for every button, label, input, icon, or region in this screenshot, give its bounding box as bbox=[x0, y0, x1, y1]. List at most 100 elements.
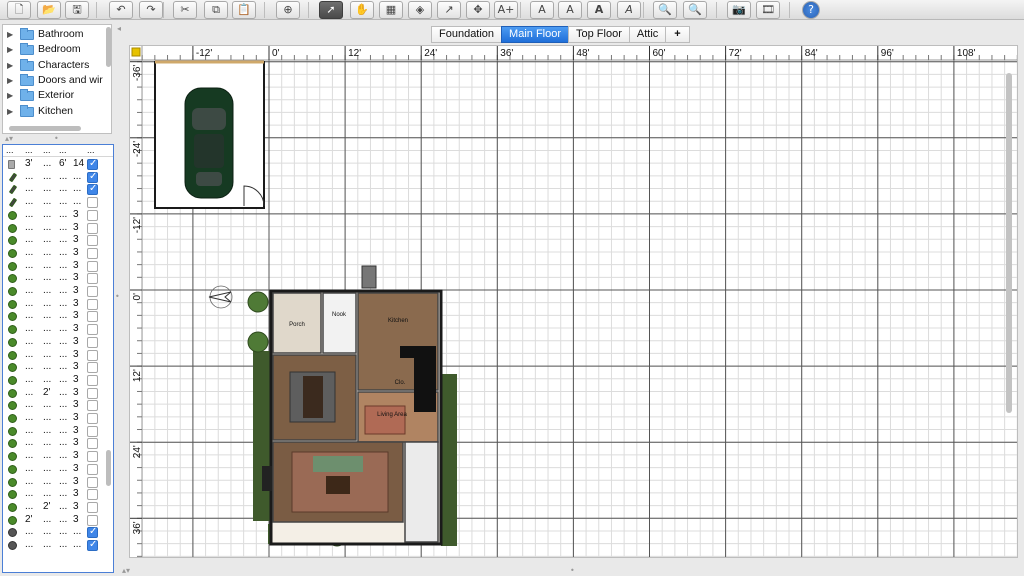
catalog-category-bedroom[interactable]: ▶ Bedroom bbox=[3, 42, 103, 57]
column-header[interactable]: ... bbox=[87, 145, 95, 155]
furniture-row[interactable]: ......... 3 bbox=[3, 272, 107, 285]
furniture-list-header[interactable]: ............... bbox=[3, 145, 113, 157]
visible-checkbox[interactable] bbox=[87, 273, 98, 285]
plan-view[interactable]: -12' 0' 12' 24' 36' 48' 60' 72' 84' 96' 108' -36' -2… bbox=[129, 45, 1018, 558]
add-level-button[interactable]: + bbox=[665, 26, 690, 43]
furniture-row[interactable]: 3'... 6' 14 bbox=[3, 158, 107, 171]
visible-checkbox[interactable] bbox=[87, 425, 98, 437]
catalog-category-exterior[interactable]: ▶ Exterior bbox=[3, 88, 103, 103]
undo-icon[interactable]: ↶ bbox=[109, 1, 133, 19]
furniture-row[interactable]: ......... 3 bbox=[3, 260, 107, 273]
furniture-row[interactable]: ............ bbox=[3, 171, 107, 184]
furniture-row[interactable]: ......... 3 bbox=[3, 399, 107, 412]
visible-checkbox[interactable] bbox=[87, 286, 98, 297]
tab-attic[interactable]: Attic bbox=[628, 26, 666, 43]
visible-checkbox[interactable] bbox=[87, 311, 98, 323]
expand-arrow-icon[interactable]: ▶ bbox=[7, 58, 13, 73]
expand-arrow-icon[interactable]: ▶ bbox=[7, 27, 13, 42]
visible-checkbox[interactable] bbox=[87, 451, 98, 463]
visible-checkbox[interactable] bbox=[87, 374, 98, 386]
decrease-text-size-icon[interactable]: A bbox=[558, 1, 582, 19]
catalog-vertical-scrollbar[interactable] bbox=[106, 27, 111, 67]
expand-arrow-icon[interactable]: ▶ bbox=[7, 42, 13, 57]
expand-arrow-icon[interactable]: ▶ bbox=[7, 104, 13, 119]
plan-splitter-handle-icon[interactable]: • bbox=[570, 566, 575, 575]
create-dimensions-icon[interactable]: ✥ bbox=[466, 1, 490, 19]
visible-checkbox[interactable] bbox=[87, 413, 98, 424]
vertical-splitter-handle-icon[interactable]: • bbox=[115, 292, 120, 301]
paste-icon[interactable]: 📋 bbox=[232, 1, 256, 19]
column-header[interactable]: ... bbox=[25, 145, 33, 155]
visible-checkbox[interactable] bbox=[87, 247, 98, 259]
furniture-row[interactable]: ......... 3 bbox=[3, 488, 107, 501]
furniture-catalog-tree[interactable]: ▶ Bathroom ▶ Bedroom ▶ Characters ▶ Doors and w… bbox=[2, 24, 112, 134]
furniture-row[interactable]: ......... 3 bbox=[3, 247, 107, 260]
plan-vertical-scrollbar[interactable] bbox=[1006, 73, 1012, 413]
tab-main-floor[interactable]: Main Floor bbox=[501, 26, 569, 43]
visible-checkbox[interactable] bbox=[87, 526, 98, 539]
bold-text-icon[interactable]: A bbox=[587, 1, 611, 19]
catalog-horizontal-scrollbar[interactable] bbox=[9, 126, 81, 131]
furniture-row[interactable]: ............ bbox=[3, 183, 107, 196]
visible-checkbox[interactable] bbox=[87, 171, 98, 183]
visible-checkbox[interactable] bbox=[87, 349, 98, 361]
visible-checkbox[interactable] bbox=[87, 336, 98, 348]
furniture-row[interactable]: ......... 3 bbox=[3, 450, 107, 463]
furniture-row[interactable]: ......... 3 bbox=[3, 298, 107, 311]
visible-checkbox[interactable] bbox=[87, 197, 98, 209]
visible-checkbox[interactable] bbox=[87, 438, 98, 450]
visible-checkbox[interactable] bbox=[87, 209, 98, 221]
furniture-row[interactable]: ......... 3 bbox=[3, 437, 107, 450]
furniture-row[interactable]: ......... 3 bbox=[3, 425, 107, 438]
redo-icon[interactable]: ↷ bbox=[139, 1, 163, 19]
expand-arrow-icon[interactable]: ▶ bbox=[7, 73, 13, 88]
left-splitter-arrow-icon[interactable]: ◂ bbox=[117, 24, 121, 33]
furniture-row[interactable]: ......... 3 bbox=[3, 361, 107, 374]
furniture-row[interactable]: ............ bbox=[3, 526, 107, 539]
furniture-list-scrollbar[interactable] bbox=[106, 450, 111, 486]
visible-checkbox[interactable] bbox=[87, 539, 98, 551]
furniture-row[interactable]: ......... 3 bbox=[3, 374, 107, 387]
furniture-list[interactable]: ............... 3'...6'14...............… bbox=[2, 144, 114, 573]
zoom-out-icon[interactable]: 🔍 bbox=[683, 1, 707, 19]
create-walls-icon[interactable]: ▦ bbox=[379, 1, 403, 19]
furniture-row[interactable]: ......... 3 bbox=[3, 323, 107, 336]
furniture-row[interactable]: ......... 3 bbox=[3, 285, 107, 298]
furniture-row[interactable]: ......... 3 bbox=[3, 412, 107, 425]
visible-checkbox[interactable] bbox=[87, 463, 98, 475]
splitter-arrows-icon[interactable]: ▴▾ bbox=[5, 134, 13, 143]
visible-checkbox[interactable] bbox=[87, 158, 98, 170]
column-header[interactable]: ... bbox=[6, 145, 14, 155]
furniture-row[interactable]: ............ bbox=[3, 196, 107, 209]
create-rooms-icon[interactable]: ◈ bbox=[408, 1, 432, 19]
tab-foundation[interactable]: Foundation bbox=[431, 26, 502, 43]
select-mode-icon[interactable]: ➚ bbox=[319, 1, 343, 19]
increase-text-size-icon[interactable]: A bbox=[530, 1, 554, 19]
visible-checkbox[interactable] bbox=[87, 222, 98, 234]
visible-checkbox[interactable] bbox=[87, 476, 98, 488]
visible-checkbox[interactable] bbox=[87, 400, 98, 412]
add-furniture-icon[interactable]: ⊕ bbox=[276, 1, 300, 19]
furniture-row[interactable]: ......... 3 bbox=[3, 234, 107, 247]
visible-checkbox[interactable] bbox=[87, 514, 98, 526]
catalog-category-doors[interactable]: ▶ Doors and wir bbox=[3, 73, 103, 88]
catalog-category-characters[interactable]: ▶ Characters bbox=[3, 58, 103, 73]
visible-checkbox[interactable] bbox=[87, 324, 98, 336]
furniture-row[interactable]: ... 2'... 3 bbox=[3, 387, 107, 400]
tab-top-floor[interactable]: Top Floor bbox=[568, 26, 629, 43]
visible-checkbox[interactable] bbox=[87, 501, 98, 513]
furniture-row[interactable]: ............ bbox=[3, 539, 107, 552]
furniture-row[interactable]: ......... 3 bbox=[3, 222, 107, 235]
catalog-category-kitchen[interactable]: ▶ Kitchen bbox=[3, 104, 103, 119]
visible-checkbox[interactable] bbox=[87, 298, 98, 310]
catalog-category-bathroom[interactable]: ▶ Bathroom bbox=[3, 27, 103, 42]
furniture-row[interactable]: ......... 3 bbox=[3, 349, 107, 362]
cut-icon[interactable]: ✂ bbox=[173, 1, 197, 19]
create-polylines-icon[interactable]: ↗ bbox=[437, 1, 461, 19]
column-header[interactable]: ... bbox=[59, 145, 67, 155]
create-photo-icon[interactable]: 📷 bbox=[727, 1, 751, 19]
visible-checkbox[interactable] bbox=[87, 183, 98, 196]
visible-checkbox[interactable] bbox=[87, 387, 98, 399]
furniture-row[interactable]: ......... 3 bbox=[3, 209, 107, 222]
visible-checkbox[interactable] bbox=[87, 260, 98, 272]
